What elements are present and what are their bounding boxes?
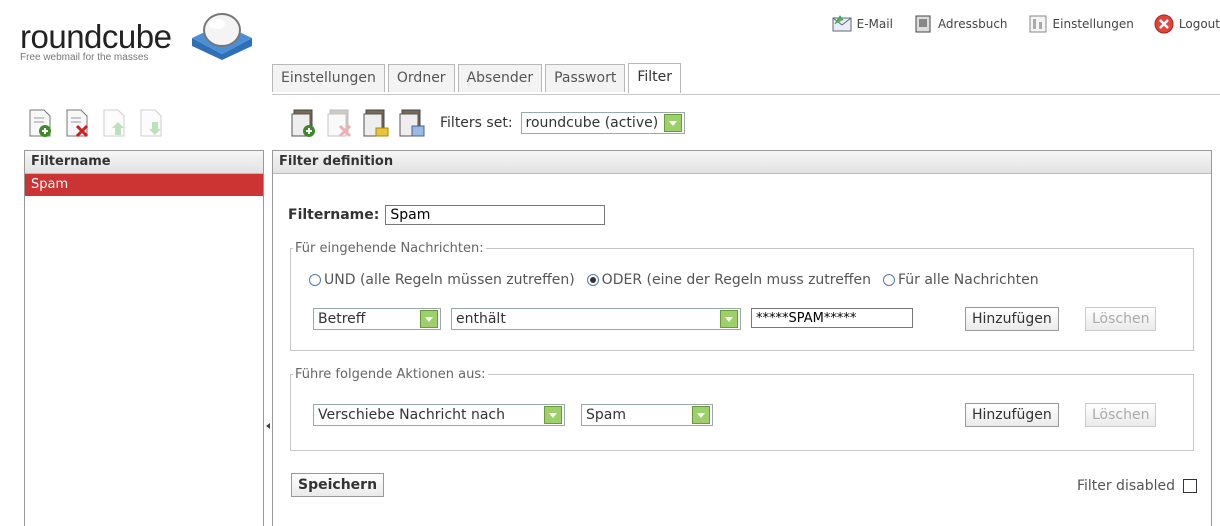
action-add-button[interactable]: Hinzufügen: [965, 403, 1059, 427]
logo-tagline: Free webmail for the masses: [20, 52, 149, 63]
filter-disabled-row: Filter disabled: [1077, 478, 1197, 494]
filtername-label: Filtername:: [288, 207, 380, 223]
filters-set-value: roundcube (active): [525, 115, 659, 131]
activate-filterset-icon[interactable]: [362, 108, 390, 138]
rule-add-button[interactable]: Hinzufügen: [965, 307, 1059, 331]
tab-filter[interactable]: Filter: [628, 63, 681, 93]
rule-operator-select[interactable]: enthält: [451, 308, 741, 330]
filters-set-select[interactable]: roundcube (active): [520, 112, 686, 134]
rules-fieldset: Für eingehende Nachrichten: UND (alle Re…: [290, 241, 1194, 351]
tab-ordner[interactable]: Ordner: [387, 64, 455, 92]
taskbar: E-Mail Adressbuch Einstellungen Logout: [812, 12, 1220, 36]
rule-delete-button[interactable]: Löschen: [1085, 307, 1157, 331]
tab-einstellungen[interactable]: Einstellungen: [272, 64, 385, 92]
actions-legend: Führe folgende Aktionen aus:: [295, 367, 486, 382]
radio-oder-label: ODER (eine der Regeln muss zutreffen: [601, 272, 871, 288]
tab-divider: [272, 94, 1220, 95]
taskbar-mail[interactable]: E-Mail: [832, 14, 893, 34]
chevron-down-icon: [720, 310, 738, 328]
radio-oder[interactable]: ODER (eine der Regeln muss zutreffen: [586, 272, 871, 288]
filters-set-label: Filters set:: [440, 115, 513, 131]
filtername-row: Filtername:: [288, 205, 606, 225]
move-filter-up-icon[interactable]: [102, 108, 126, 138]
rules-mode-group: UND (alle Regeln müssen zutreffen) ODER …: [309, 272, 1039, 288]
radio-all[interactable]: Für alle Nachrichten: [882, 272, 1039, 288]
rule-header-select[interactable]: Betreff: [313, 308, 441, 330]
action-delete-button[interactable]: Löschen: [1085, 403, 1157, 427]
filter-disabled-checkbox[interactable]: [1183, 479, 1197, 493]
logout-icon: [1154, 14, 1174, 34]
delete-filter-icon[interactable]: [65, 108, 89, 138]
filters-set-toolbar: Filters set: roundcube (active): [290, 108, 686, 138]
chevron-down-icon: [664, 114, 683, 132]
actions-fieldset: Führe folgende Aktionen aus: Verschiebe …: [290, 367, 1194, 451]
logo-wordmark: roundcube: [20, 18, 172, 55]
add-filter-icon[interactable]: [28, 108, 52, 138]
filter-definition-panel: Filter definition Filtername: Für eingeh…: [272, 150, 1212, 526]
taskbar-settings-label: Einstellungen: [1052, 17, 1134, 31]
chevron-down-icon: [692, 406, 710, 424]
filter-disabled-label: Filter disabled: [1076, 478, 1175, 494]
rule-header-value: Betreff: [318, 311, 366, 327]
settings-tabs: Einstellungen Ordner Absender Passwort F…: [272, 63, 684, 94]
taskbar-addressbook[interactable]: Adressbuch: [913, 14, 1008, 34]
action-type-value: Verschiebe Nachricht nach: [318, 407, 505, 423]
taskbar-mail-label: E-Mail: [856, 17, 893, 31]
radio-all-circle: [882, 274, 895, 286]
radio-und-circle: [309, 274, 321, 286]
filter-list-item[interactable]: Spam: [25, 174, 263, 196]
filter-list-header: Filtername: [25, 151, 263, 174]
addressbook-icon: [915, 15, 931, 33]
chevron-down-icon: [420, 310, 438, 328]
settings-icon: [1029, 15, 1047, 33]
taskbar-addressbook-label: Adressbuch: [937, 17, 1008, 31]
radio-oder-circle: [586, 274, 599, 286]
tab-absender[interactable]: Absender: [457, 64, 543, 92]
taskbar-logout[interactable]: Logout: [1154, 14, 1220, 34]
radio-und[interactable]: UND (alle Regeln müssen zutreffen): [309, 272, 575, 288]
move-filter-down-icon[interactable]: [139, 108, 163, 138]
taskbar-logout-label: Logout: [1178, 17, 1220, 31]
save-button[interactable]: Speichern: [291, 473, 385, 497]
radio-all-label: Für alle Nachrichten: [897, 272, 1039, 288]
add-filterset-icon[interactable]: [290, 108, 318, 138]
rule-operator-value: enthält: [456, 311, 506, 327]
filter-list-toolbar: [28, 108, 163, 138]
chevron-down-icon: [544, 406, 562, 424]
action-folder-value: Spam: [586, 407, 626, 423]
filtername-input[interactable]: [385, 205, 606, 225]
logo: roundcube Free webmail for the masses: [18, 12, 258, 72]
panel-splitter-icon[interactable]: [265, 423, 271, 429]
action-type-select[interactable]: Verschiebe Nachricht nach: [313, 404, 565, 426]
mail-icon: [832, 15, 852, 32]
radio-und-label: UND (alle Regeln müssen zutreffen): [324, 272, 575, 288]
rule-target-input[interactable]: [751, 308, 913, 328]
delete-filterset-icon[interactable]: [326, 108, 354, 138]
logo-cube-icon: [192, 13, 252, 60]
edit-filterset-icon[interactable]: [398, 108, 426, 138]
tab-passwort[interactable]: Passwort: [545, 64, 626, 92]
taskbar-settings[interactable]: Einstellungen: [1028, 14, 1134, 34]
filter-definition-header: Filter definition: [273, 151, 1211, 174]
filter-list-panel: Filtername Spam: [24, 150, 264, 526]
rules-legend: Für eingehende Nachrichten:: [295, 241, 484, 256]
action-folder-select[interactable]: Spam: [581, 404, 713, 426]
